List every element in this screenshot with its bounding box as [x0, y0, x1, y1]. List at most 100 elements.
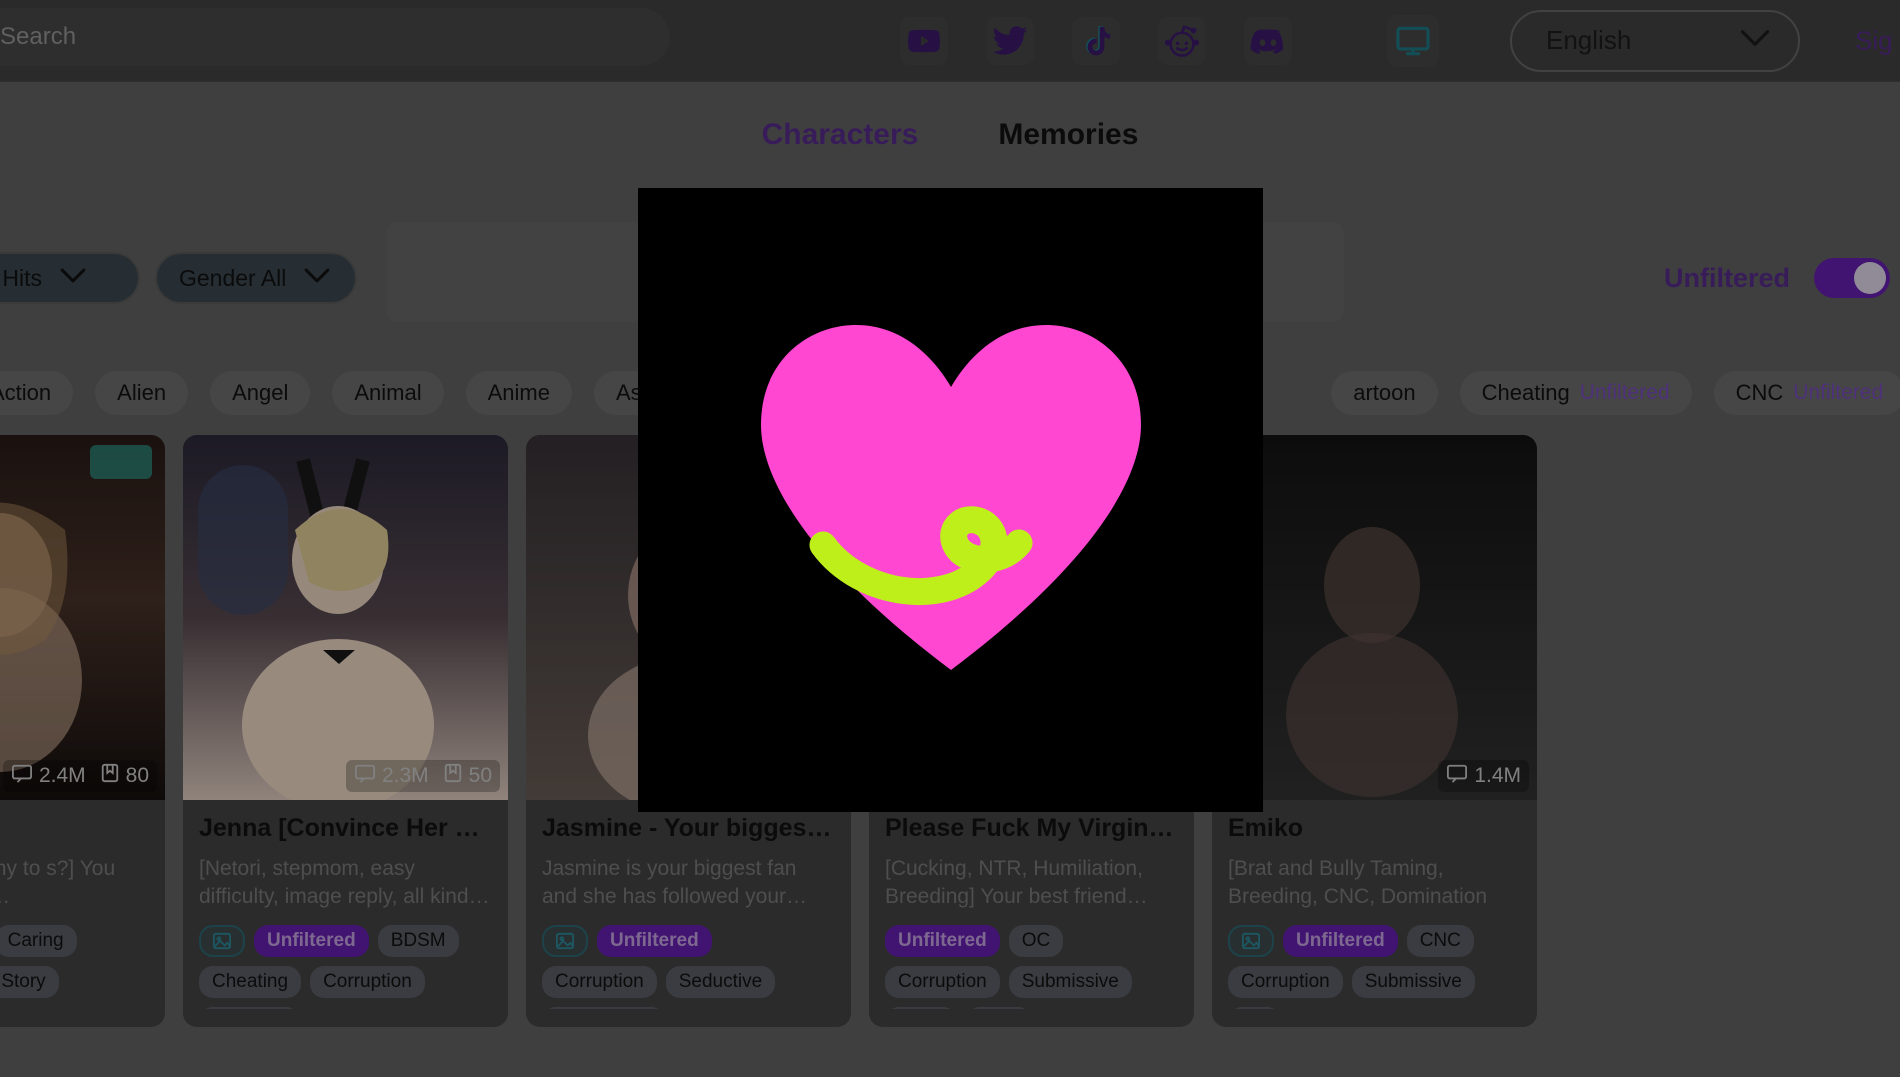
card-artwork: 2.3M 50: [183, 435, 508, 800]
card-stats: 2.4M 80: [2, 760, 157, 792]
card-tag[interactable]: Corruption: [1228, 966, 1343, 998]
image-reply-icon[interactable]: [199, 925, 245, 957]
card-tag[interactable]: Submissive: [1008, 966, 1132, 998]
sign-in-link[interactable]: Sig: [1855, 25, 1893, 56]
discord-icon[interactable]: [1244, 17, 1292, 65]
card-tags: Unfiltered BDSM Cheating Corruption Femd…: [199, 925, 492, 1009]
tag-chip-unfiltered-badge: Unfiltered: [1579, 381, 1670, 404]
card-title: Emiko: [1228, 814, 1304, 842]
tag-chip-label: Alien: [117, 380, 167, 405]
gender-dropdown[interactable]: Gender All: [155, 252, 357, 304]
language-selector[interactable]: English: [1510, 9, 1800, 72]
image-reply-icon[interactable]: [542, 925, 588, 957]
card-tag[interactable]: NTR: [966, 1007, 1032, 1009]
save-count: 80: [100, 763, 149, 789]
tag-chip-angel[interactable]: Angel: [210, 371, 311, 415]
tab-characters[interactable]: Characters: [762, 118, 919, 152]
tag-chip-anime[interactable]: Anime: [465, 371, 572, 415]
card-stats: 1.4M: [1438, 760, 1529, 792]
tag-chip-action[interactable]: Action: [0, 371, 74, 415]
card-tag[interactable]: Cheating: [199, 966, 302, 998]
card-description: Jasmine is your biggest fan and she has …: [542, 857, 807, 908]
tab-memories[interactable]: Memories: [998, 118, 1138, 152]
card-tag[interactable]: Corruption: [885, 966, 1000, 998]
card-tags: Unfiltered CNC Corruption Submissive Kin: [1228, 925, 1521, 1009]
card-tag[interactable]: Corruption: [310, 966, 425, 998]
main-tabs: Characters Memories: [0, 105, 1900, 165]
card-tag[interactable]: Kinky: [885, 1007, 958, 1009]
chat-icon: [354, 763, 376, 789]
save-count: 50: [443, 763, 492, 789]
card-description: val, RPG, Enemy to s?] You engaged in an…: [0, 857, 116, 908]
card-tag[interactable]: Submissive: [1351, 966, 1475, 998]
card-tag[interactable]: OC: [1008, 925, 1064, 957]
chevron-down-icon: [60, 267, 86, 289]
card-stats: 2.3M 50: [345, 760, 500, 792]
tag-chip-label: artoon: [1353, 380, 1416, 405]
search-input[interactable]: [0, 23, 670, 51]
card-description: [Cucking, NTR, Humiliation, Breeding] Yo…: [885, 857, 1148, 908]
reddit-icon[interactable]: [1158, 17, 1206, 65]
card-tags: Unfiltered Corruption Seductive Submissi…: [542, 925, 835, 1009]
loading-logo-overlay: [638, 188, 1263, 812]
card-tag-unfiltered[interactable]: Unfiltered: [1283, 925, 1398, 957]
language-selected-label: English: [1546, 25, 1632, 55]
card-tag[interactable]: Femdom: [199, 1007, 300, 1009]
card-description: [Netori, stepmom, easy difficulty, image…: [199, 857, 490, 908]
card-body: Jasmine - Your biggest fan Jasmine is yo…: [526, 800, 851, 1027]
unfiltered-toggle[interactable]: [1814, 258, 1890, 298]
card-tag-unfiltered[interactable]: Unfiltered: [597, 925, 712, 957]
sort-dropdown-label: ent Hits: [0, 264, 42, 291]
twitter-icon[interactable]: [986, 17, 1034, 65]
image-reply-icon[interactable]: [1228, 925, 1274, 957]
heart-logo-icon: [760, 325, 1141, 670]
chat-count: 2.3M: [354, 763, 429, 789]
tag-chip-animal[interactable]: Animal: [332, 371, 444, 415]
sort-dropdown[interactable]: ent Hits: [0, 252, 140, 304]
youtube-icon[interactable]: [900, 17, 948, 65]
app-root: English Sig Characters Memories ent Hits: [0, 0, 1900, 1077]
desktop-icon[interactable]: [1387, 15, 1439, 67]
card-body: Jenna [Convince Her To C… [Netori, stepm…: [183, 800, 508, 1027]
tag-chip-label: CNC: [1735, 380, 1784, 405]
card-tag[interactable]: Story: [0, 966, 59, 998]
card-body: ia val, RPG, Enemy to s?] You engaged in…: [0, 800, 165, 1027]
gender-dropdown-label: Gender All: [179, 264, 287, 291]
card-description: [Brat and Bully Taming, Breeding, CNC, D…: [1228, 857, 1488, 908]
card-tag[interactable]: Kin: [1228, 1007, 1282, 1009]
social-links: [900, 17, 1292, 65]
character-card[interactable]: 2.3M 50 Jenna [Convince Her To [Netori, …: [183, 435, 508, 1027]
tag-chip-cheating[interactable]: Cheating Unfiltered: [1459, 371, 1692, 415]
search-box[interactable]: [0, 8, 670, 66]
card-tag[interactable]: Submissive: [542, 1007, 666, 1009]
tag-chip-label: Angel: [232, 380, 289, 405]
tag-chip-cartoon[interactable]: artoon: [1331, 371, 1438, 415]
unfiltered-label: Unfiltered: [1663, 262, 1790, 293]
tag-chip-unfiltered-badge: Unfiltered: [1793, 381, 1884, 404]
chat-count: 2.4M: [11, 763, 86, 789]
card-tag[interactable]: BDSM: [377, 925, 459, 957]
tag-chip-cnc[interactable]: CNC Unfiltered: [1713, 371, 1900, 415]
bookmark-icon: [100, 763, 120, 789]
card-tag[interactable]: CNC: [1406, 925, 1474, 957]
chat-icon: [11, 763, 33, 789]
chevron-down-icon: [1740, 28, 1770, 53]
tag-chip-alien[interactable]: Alien: [95, 371, 189, 415]
character-card[interactable]: 2.4M 80 ia val,: [0, 435, 165, 1027]
chevron-down-icon: [304, 267, 330, 289]
tag-chip-label: Anime: [487, 380, 550, 405]
card-body: Emiko [Brat and Bully Taming, Breeding, …: [1212, 800, 1537, 1027]
card-tag[interactable]: Seductive: [665, 966, 776, 998]
chat-icon: [1446, 763, 1468, 789]
card-tag[interactable]: Caring: [0, 925, 77, 957]
card-tag-unfiltered[interactable]: Unfiltered: [885, 925, 1000, 957]
bookmark-icon: [443, 763, 463, 789]
card-body: Please Fuck My Virgin GF … [Cucking, NTR…: [869, 800, 1194, 1027]
card-title: Jasmine - Your biggest fan: [542, 814, 835, 842]
tag-chip-label: Cheating: [1481, 380, 1570, 405]
tiktok-icon[interactable]: [1072, 17, 1120, 65]
tag-chip-label: Action: [0, 380, 52, 405]
card-tag[interactable]: Corruption: [542, 966, 657, 998]
card-tag-unfiltered[interactable]: Unfiltered: [254, 925, 369, 957]
card-title: Jenna [Convince Her To C…: [199, 814, 492, 842]
